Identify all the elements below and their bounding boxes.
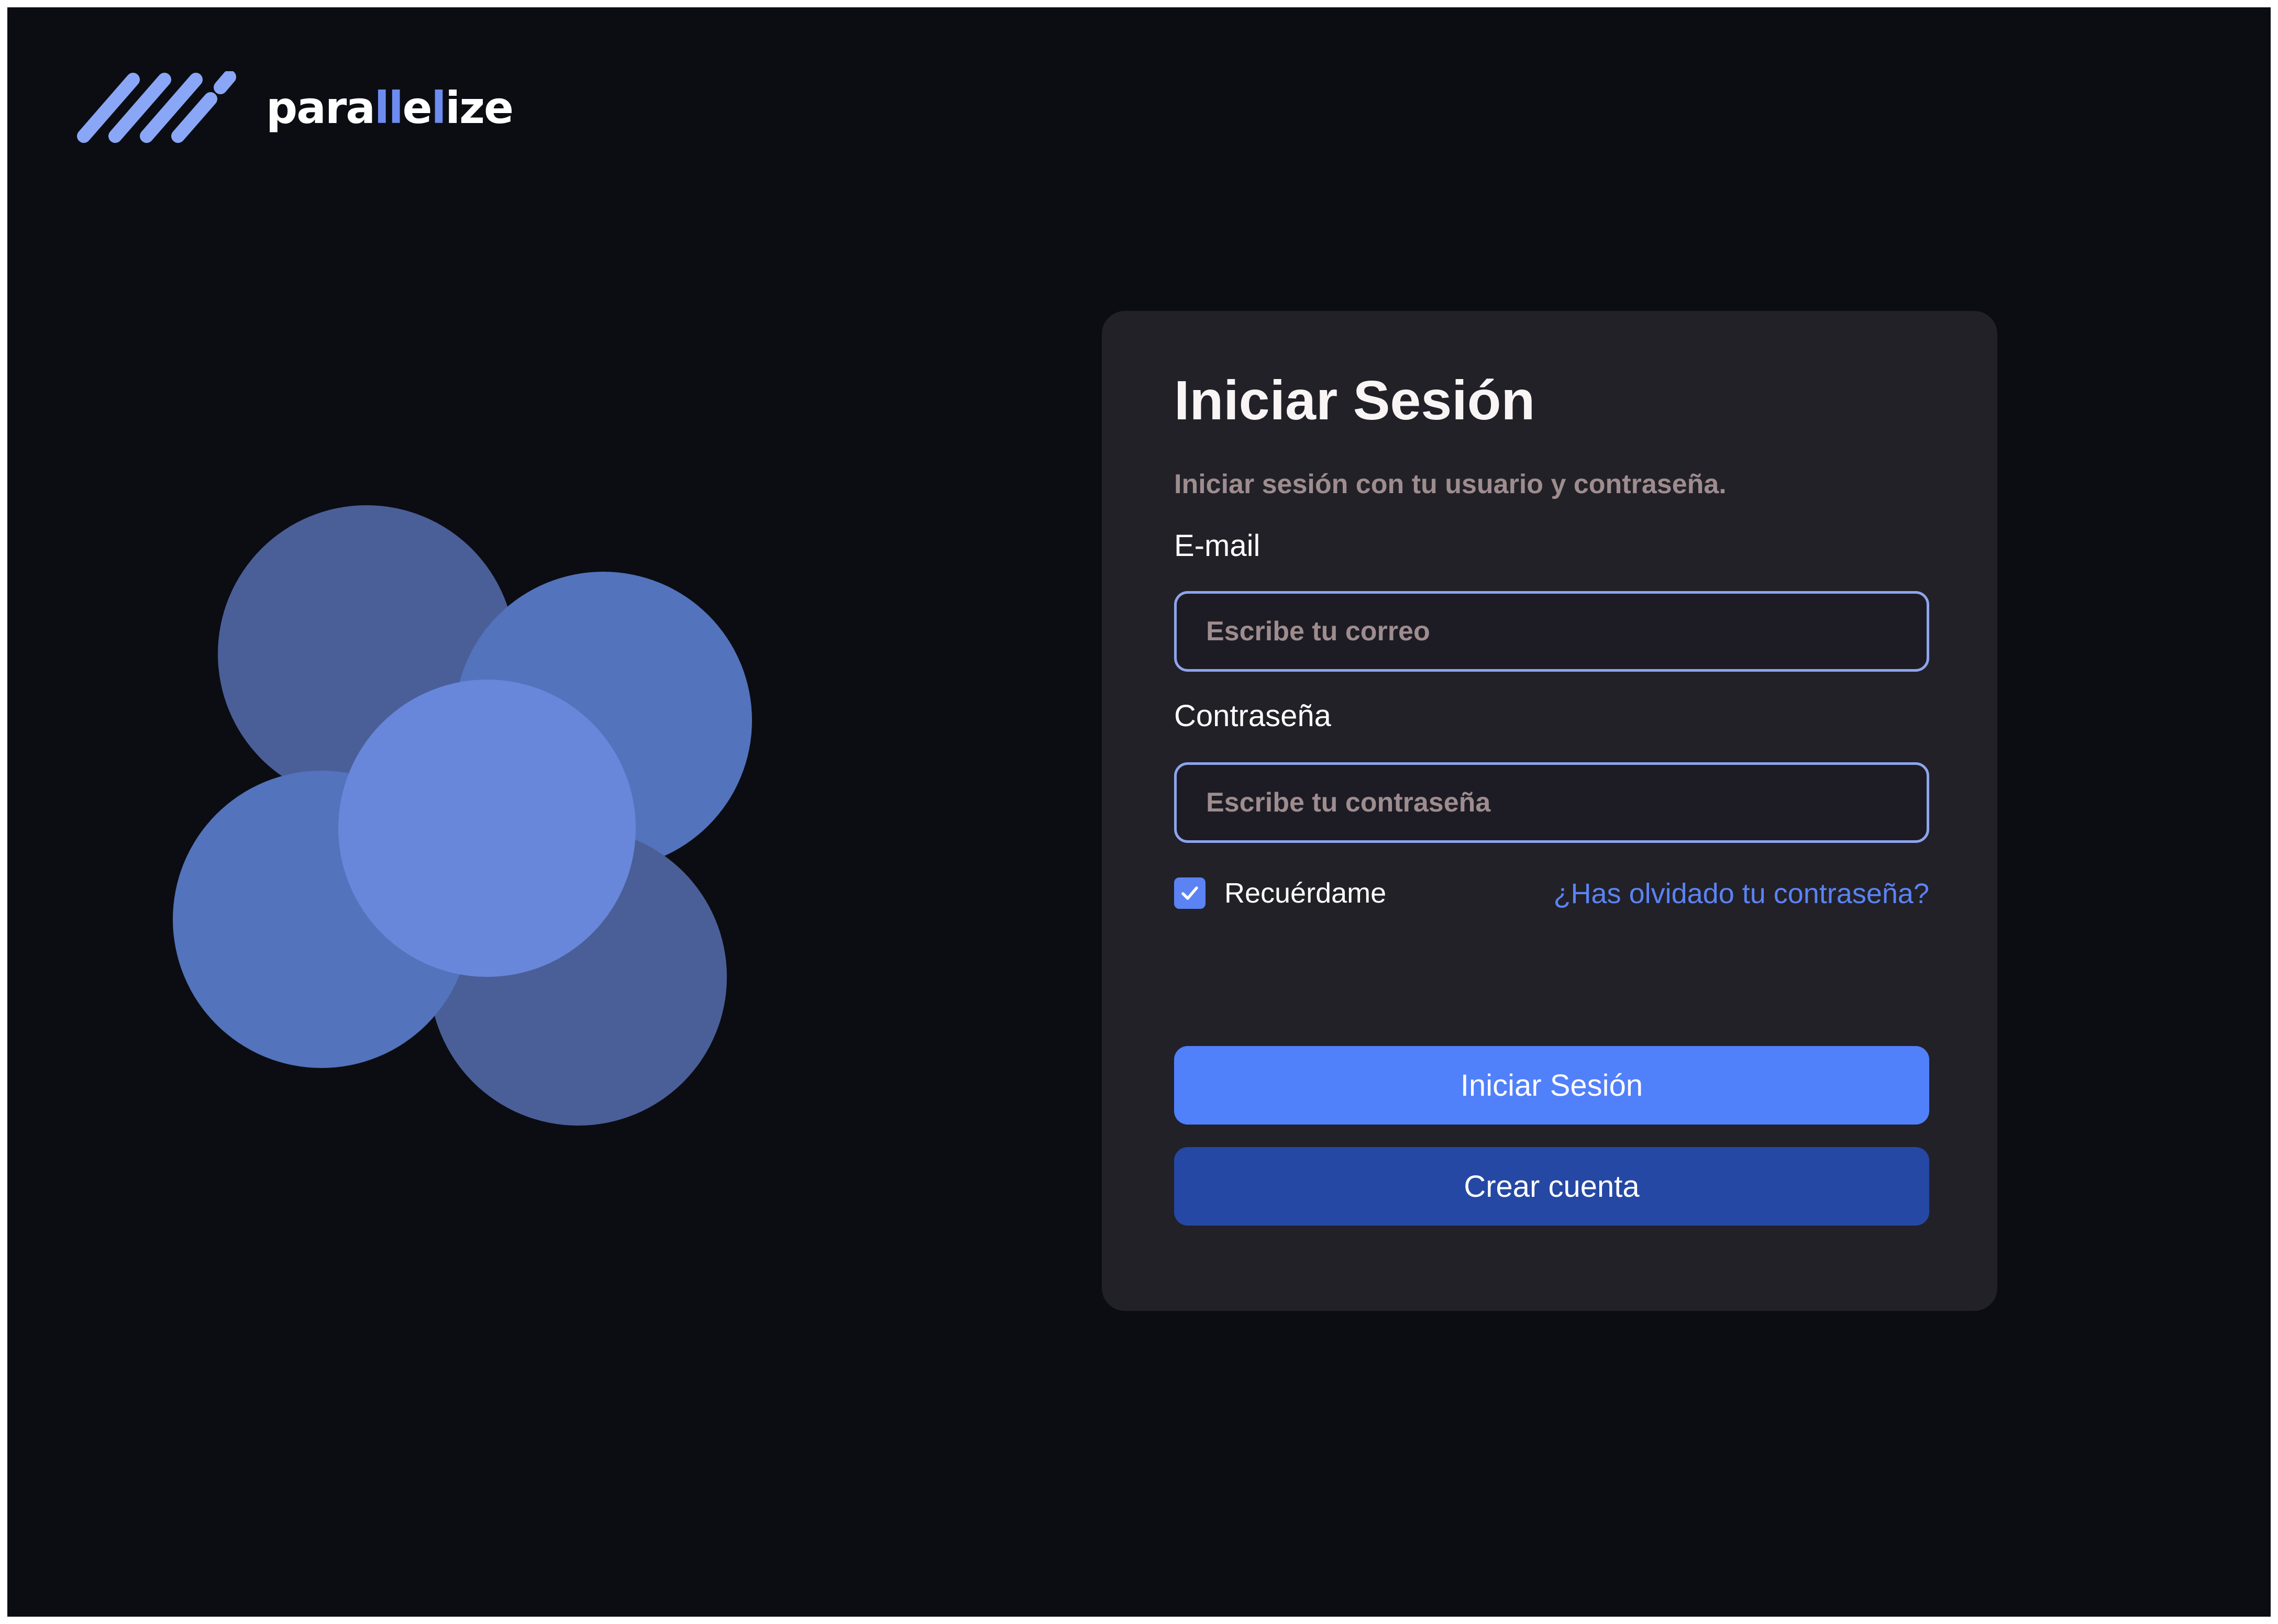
brand-part-2: ll	[374, 82, 404, 134]
circle-center	[338, 680, 636, 977]
remember-me-checkbox[interactable]: Recuérdame	[1174, 876, 1386, 910]
brand-part-1: para	[266, 82, 375, 134]
brand-part-5: ize	[445, 82, 514, 134]
remember-me-label: Recuérdame	[1224, 877, 1387, 909]
page-title: Iniciar Sesión	[1174, 370, 1535, 431]
circles-illustration	[173, 505, 752, 1126]
forgot-password-link[interactable]: ¿Has olvidado tu contraseña?	[1554, 880, 1929, 908]
create-account-button[interactable]: Crear cuenta	[1174, 1147, 1929, 1226]
brand-part-4: l	[431, 82, 447, 134]
email-field[interactable]	[1174, 591, 1929, 672]
brand-wordmark: parallelize	[266, 86, 514, 130]
login-screen: parallelize Iniciar Sesión Iniciar sesió…	[7, 7, 2271, 1617]
brand-part-3: e	[402, 82, 433, 134]
password-label: Contraseña	[1174, 699, 1331, 733]
checkmark-icon	[1181, 886, 1198, 900]
sign-in-button[interactable]: Iniciar Sesión	[1174, 1046, 1929, 1125]
brand-logo: parallelize	[76, 69, 514, 147]
password-field[interactable]	[1174, 762, 1929, 843]
checkbox-box[interactable]	[1174, 877, 1206, 909]
parallel-stripes-icon	[77, 71, 236, 143]
login-card: Iniciar Sesión Iniciar sesión con tu usu…	[1102, 311, 1997, 1311]
page-subtitle: Iniciar sesión con tu usuario y contrase…	[1174, 469, 1727, 499]
email-label: E-mail	[1174, 529, 1260, 563]
